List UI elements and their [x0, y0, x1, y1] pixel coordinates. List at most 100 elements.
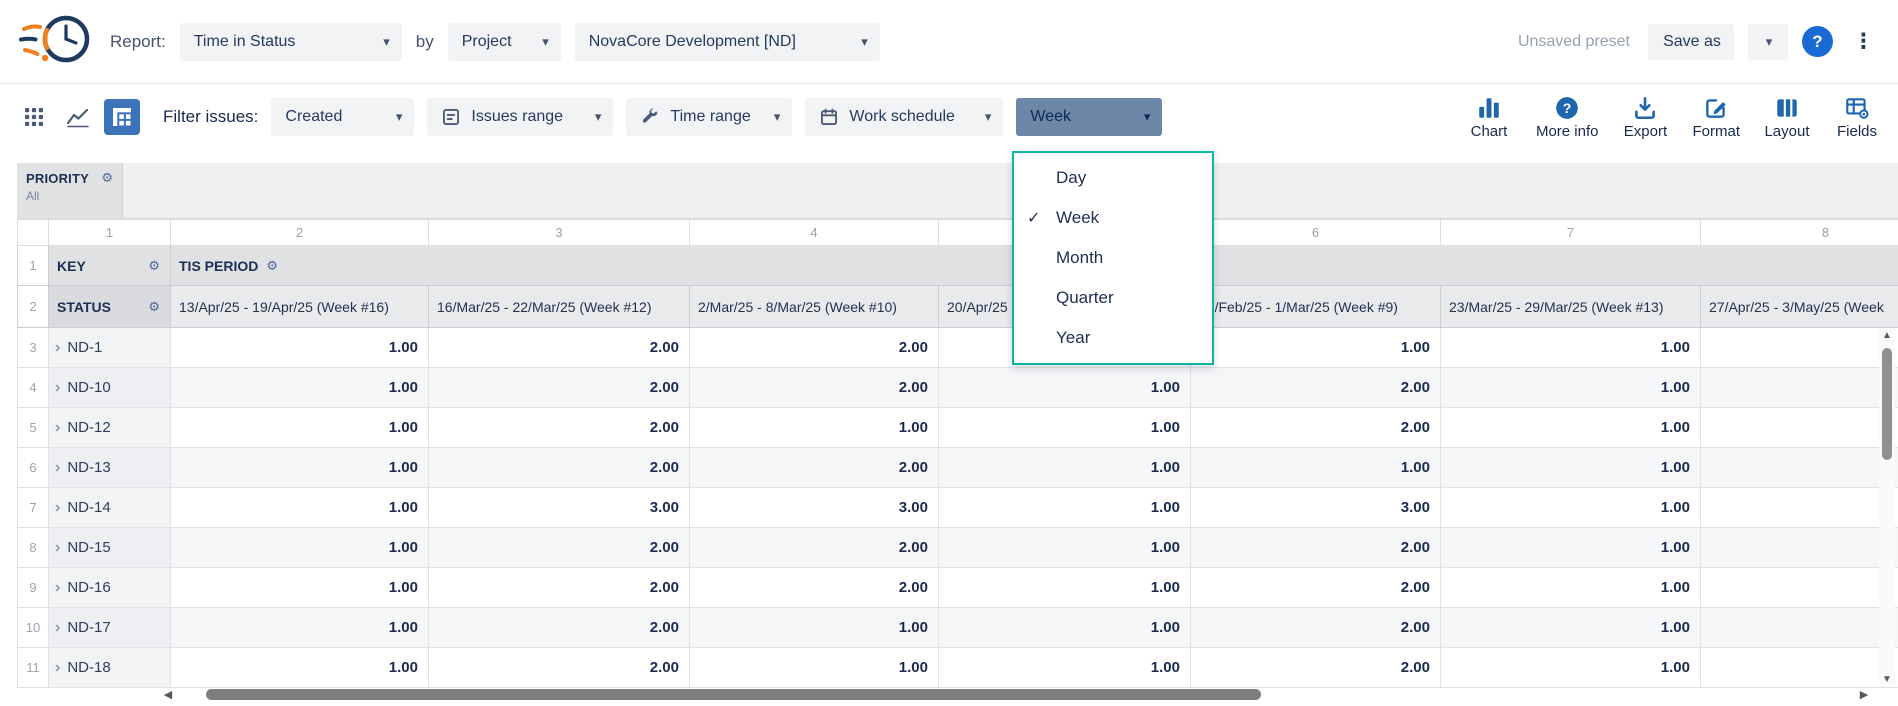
- expand-row-icon[interactable]: ›: [55, 539, 60, 556]
- help-icon[interactable]: ?: [1802, 26, 1833, 57]
- value-cell[interactable]: 2.00: [429, 368, 690, 408]
- priority-filter-cell[interactable]: PRIORITY ⚙ All: [17, 163, 123, 218]
- value-cell[interactable]: 1.00: [939, 368, 1191, 408]
- value-cell[interactable]: 1.00: [939, 648, 1191, 688]
- value-cell[interactable]: 2.00: [690, 448, 939, 488]
- value-cell[interactable]: 1.00: [1191, 448, 1441, 488]
- value-cell[interactable]: 2.00: [1191, 368, 1441, 408]
- time-range-button[interactable]: Time range ▾: [626, 98, 792, 136]
- scroll-right-icon[interactable]: ▶: [1856, 688, 1872, 701]
- period-option-month[interactable]: Month: [1014, 238, 1212, 278]
- export-action-button[interactable]: Export: [1622, 95, 1668, 140]
- value-cell[interactable]: [1701, 488, 1898, 528]
- value-cell[interactable]: 1.00: [171, 608, 429, 648]
- value-cell[interactable]: 1.00: [939, 568, 1191, 608]
- column-number[interactable]: 8: [1701, 220, 1898, 246]
- value-cell[interactable]: [1701, 328, 1898, 368]
- value-cell[interactable]: 2.00: [1191, 408, 1441, 448]
- week-column-header[interactable]: 27/Apr/25 - 3/May/25 (Week: [1701, 286, 1898, 328]
- column-number[interactable]: 7: [1441, 220, 1701, 246]
- column-number[interactable]: 2: [171, 220, 429, 246]
- period-option-year[interactable]: Year: [1014, 318, 1212, 358]
- value-cell[interactable]: [1701, 568, 1898, 608]
- value-cell[interactable]: 1.00: [1191, 328, 1441, 368]
- value-cell[interactable]: 2.00: [429, 328, 690, 368]
- value-cell[interactable]: [1701, 368, 1898, 408]
- more-info-action-button[interactable]: ? More info: [1536, 95, 1599, 140]
- horizontal-scroll-thumb[interactable]: [206, 689, 1261, 700]
- value-cell[interactable]: 2.00: [429, 648, 690, 688]
- report-type-select[interactable]: Time in Status ▾: [180, 23, 402, 61]
- value-cell[interactable]: 1.00: [1441, 488, 1701, 528]
- group-by-select[interactable]: Project ▾: [448, 23, 561, 61]
- value-cell[interactable]: 3.00: [690, 488, 939, 528]
- value-cell[interactable]: 2.00: [690, 568, 939, 608]
- value-cell[interactable]: 1.00: [171, 328, 429, 368]
- period-select-open[interactable]: Week ▾: [1016, 98, 1162, 136]
- value-cell[interactable]: 1.00: [690, 408, 939, 448]
- issue-key-cell[interactable]: ›ND-16: [49, 568, 171, 608]
- overflow-menu-icon[interactable]: ⋮: [1847, 29, 1880, 54]
- scroll-up-icon[interactable]: ▲: [1879, 330, 1895, 341]
- value-cell[interactable]: 1.00: [690, 608, 939, 648]
- value-cell[interactable]: 1.00: [1441, 328, 1701, 368]
- value-cell[interactable]: 1.00: [1441, 608, 1701, 648]
- value-cell[interactable]: 2.00: [690, 528, 939, 568]
- value-cell[interactable]: 1.00: [171, 568, 429, 608]
- value-cell[interactable]: 1.00: [1441, 408, 1701, 448]
- value-cell[interactable]: [1701, 528, 1898, 568]
- value-cell[interactable]: 3.00: [1191, 488, 1441, 528]
- value-cell[interactable]: 1.00: [171, 528, 429, 568]
- expand-row-icon[interactable]: ›: [55, 379, 60, 396]
- issues-range-button[interactable]: Issues range ▾: [427, 98, 613, 136]
- expand-row-icon[interactable]: ›: [55, 419, 60, 436]
- grid-view-button[interactable]: [16, 99, 52, 135]
- period-option-quarter[interactable]: Quarter: [1014, 278, 1212, 318]
- horizontal-scrollbar[interactable]: ◀ ▶: [160, 687, 1872, 702]
- value-cell[interactable]: [1701, 648, 1898, 688]
- value-cell[interactable]: 1.00: [1441, 568, 1701, 608]
- format-action-button[interactable]: Format: [1692, 95, 1740, 140]
- value-cell[interactable]: [1701, 408, 1898, 448]
- week-column-header[interactable]: 16/Mar/25 - 22/Mar/25 (Week #12): [429, 286, 690, 328]
- chart-view-button[interactable]: [60, 99, 96, 135]
- value-cell[interactable]: 2.00: [1191, 648, 1441, 688]
- issue-key-cell[interactable]: ›ND-1: [49, 328, 171, 368]
- value-cell[interactable]: 1.00: [939, 528, 1191, 568]
- save-as-button[interactable]: Save as: [1648, 24, 1734, 60]
- value-cell[interactable]: [1701, 608, 1898, 648]
- pivot-view-button-active[interactable]: [104, 99, 140, 135]
- value-cell[interactable]: 1.00: [1441, 648, 1701, 688]
- column-number[interactable]: 4: [690, 220, 939, 246]
- value-cell[interactable]: 2.00: [1191, 608, 1441, 648]
- value-cell[interactable]: 2.00: [1191, 528, 1441, 568]
- issue-key-cell[interactable]: ›ND-13: [49, 448, 171, 488]
- column-number[interactable]: 3: [429, 220, 690, 246]
- column-number[interactable]: 1: [49, 220, 171, 246]
- value-cell[interactable]: 1.00: [1441, 448, 1701, 488]
- expand-row-icon[interactable]: ›: [55, 459, 60, 476]
- issue-key-cell[interactable]: ›ND-17: [49, 608, 171, 648]
- chart-action-button[interactable]: Chart: [1466, 95, 1512, 140]
- value-cell[interactable]: 1.00: [171, 368, 429, 408]
- work-schedule-button[interactable]: Work schedule ▾: [805, 98, 1003, 136]
- expand-row-icon[interactable]: ›: [55, 579, 60, 596]
- issue-key-cell[interactable]: ›ND-18: [49, 648, 171, 688]
- vertical-scroll-thumb[interactable]: [1882, 348, 1892, 460]
- period-option-week[interactable]: ✓Week: [1014, 198, 1212, 238]
- value-cell[interactable]: 1.00: [1441, 368, 1701, 408]
- filter-issues-select[interactable]: Created ▾: [271, 98, 414, 136]
- value-cell[interactable]: 1.00: [171, 488, 429, 528]
- gear-icon[interactable]: ⚙: [148, 258, 160, 274]
- period-option-day[interactable]: Day: [1014, 158, 1212, 198]
- value-cell[interactable]: 1.00: [939, 408, 1191, 448]
- issue-key-cell[interactable]: ›ND-15: [49, 528, 171, 568]
- issue-key-cell[interactable]: ›ND-10: [49, 368, 171, 408]
- value-cell[interactable]: 2.00: [429, 408, 690, 448]
- value-cell[interactable]: 2.00: [1191, 568, 1441, 608]
- key-column-header[interactable]: KEY ⚙: [49, 246, 171, 286]
- week-column-header[interactable]: 13/Apr/25 - 19/Apr/25 (Week #16): [171, 286, 429, 328]
- value-cell[interactable]: 1.00: [939, 448, 1191, 488]
- scroll-down-icon[interactable]: ▼: [1879, 674, 1895, 685]
- value-cell[interactable]: 1.00: [171, 648, 429, 688]
